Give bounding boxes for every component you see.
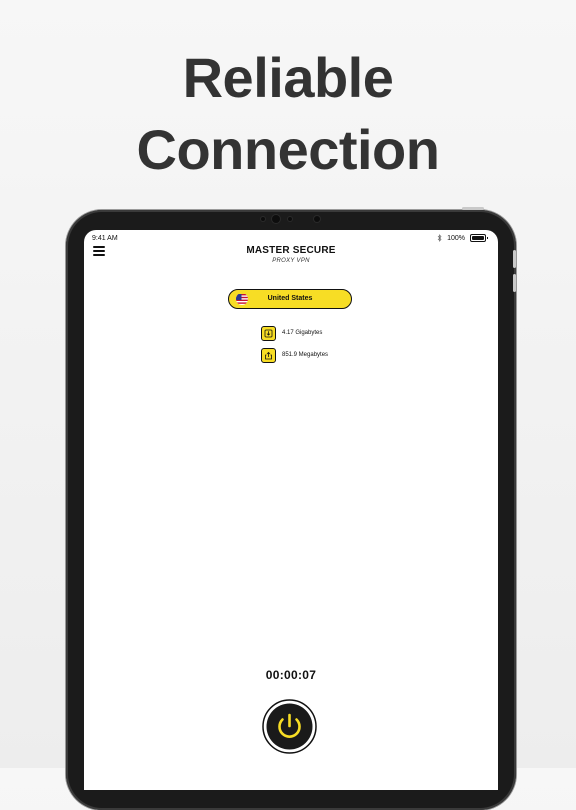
status-time: 9:41 AM — [92, 235, 118, 242]
promo-headline: Reliable Connection — [0, 42, 576, 186]
download-amount: 4.17 Gigabytes — [282, 330, 323, 336]
device-side-button-1 — [513, 250, 516, 268]
download-stat: 4.17 Gigabytes — [261, 325, 322, 341]
headline-line-1: Reliable — [182, 46, 394, 109]
upload-amount: 851.9 Megabytes — [282, 352, 329, 358]
sensor-dot — [261, 217, 265, 221]
battery-icon — [470, 234, 488, 242]
app-screen: 9:41 AM 100% MASTER SECURE PROXY VPN Uni… — [84, 230, 498, 790]
power-icon — [262, 699, 317, 754]
bluetooth-icon — [437, 234, 442, 242]
connection-timer: 00:00:07 — [265, 668, 317, 682]
device-side-button-2 — [513, 274, 516, 292]
status-indicators: 100% — [437, 234, 488, 242]
sensor-dot — [314, 216, 320, 222]
sensor-dot — [288, 217, 292, 221]
upload-stat: 851.9 Megabytes — [261, 347, 328, 363]
download-icon — [261, 325, 276, 341]
app-title: MASTER SECURE — [246, 245, 336, 256]
upload-icon — [261, 347, 276, 363]
country-label: United States — [267, 295, 313, 302]
front-camera-icon — [272, 215, 280, 223]
headline-line-2: Connection — [136, 118, 440, 181]
battery-percent: 100% — [447, 234, 465, 242]
device-top-button — [462, 207, 484, 210]
app-subtitle: PROXY VPN — [272, 258, 310, 264]
country-selector-button[interactable]: United States — [228, 289, 352, 309]
power-button[interactable] — [262, 699, 317, 754]
